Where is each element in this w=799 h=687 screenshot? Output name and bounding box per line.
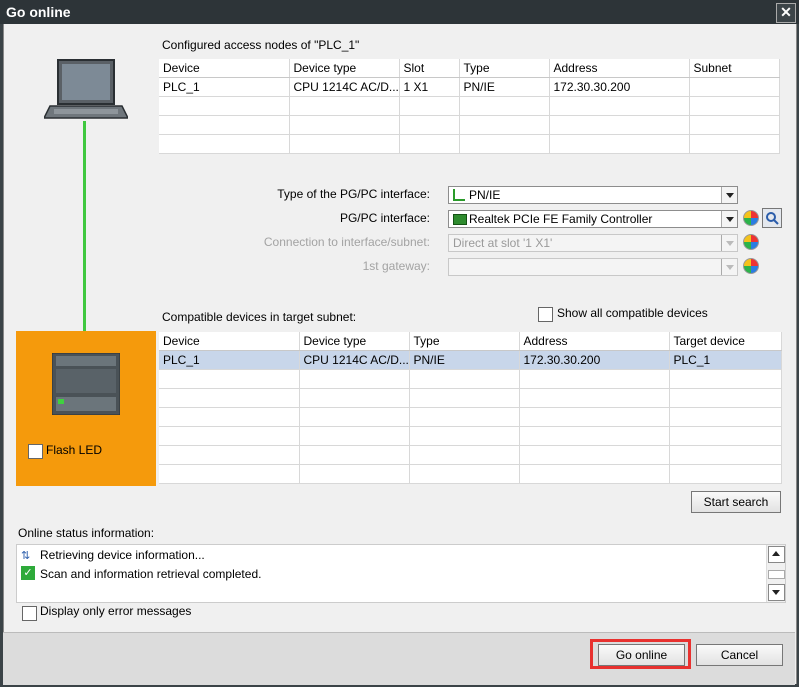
laptop-icon [44,59,128,119]
chevron-down-icon [721,235,737,251]
table-row [159,445,782,465]
table-row [159,369,782,389]
diagnostics-button[interactable] [762,208,782,228]
table-row[interactable]: PLC_1 CPU 1214C AC/D... PN/IE 172.30.30.… [159,350,782,370]
target-device-panel: Flash LED [16,331,156,486]
show-all-label[interactable]: Show all compatible devices [557,306,708,320]
window-title: Go online [6,4,71,20]
status-heading: Online status information: [18,526,155,540]
connection-select: Direct at slot '1 X1' [448,234,738,252]
magnifier-icon [766,212,779,225]
configured-heading: Configured access nodes of "PLC_1" [162,38,360,52]
status-message: Retrieving device information... [40,548,205,562]
status-list: ⇅ Retrieving device information... ✓ Sca… [16,544,786,603]
cell-device: PLC_1 [159,350,300,370]
configured-header-row: Device Device type Slot Type Address Sub… [159,59,780,78]
pgpc-interface-select[interactable]: Realtek PCIe FE Family Controller [448,210,738,228]
list-item: ✓ Scan and information retrieval complet… [17,565,765,583]
list-item: ⇅ Retrieving device information... [17,546,765,564]
compatible-table: Device Device type Type Address Target d… [159,332,782,484]
cancel-button[interactable]: Cancel [696,644,783,666]
cell-type: PN/IE [409,350,520,370]
cell-target-device: PLC_1 [669,350,782,370]
network-card-icon [453,214,467,225]
cell-device-type: CPU 1214C AC/D... [289,77,400,97]
status-message: Scan and information retrieval completed… [40,567,262,581]
flash-led-checkbox[interactable] [28,444,43,459]
cell-type: PN/IE [459,77,550,97]
scroll-down-button[interactable] [768,584,785,601]
chevron-down-icon[interactable] [721,187,737,203]
gateway-select [448,258,738,276]
col-device[interactable]: Device [159,332,300,351]
plc-device-icon [52,353,120,415]
compatible-header-row: Device Device type Type Address Target d… [159,332,782,351]
chevron-down-icon [721,259,737,275]
col-target-device[interactable]: Target device [669,332,782,351]
col-address[interactable]: Address [549,59,690,78]
table-row[interactable]: PLC_1 CPU 1214C AC/D... 1 X1 PN/IE 172.3… [159,77,780,97]
properties-shield-icon[interactable] [743,234,759,250]
vertical-scrollbar[interactable] [766,545,785,602]
pgpc-interface-value: Realtek PCIe FE Family Controller [469,212,653,226]
gateway-label: 1st gateway: [362,259,430,273]
go-online-dialog: Configured access nodes of "PLC_1" Devic… [3,24,797,684]
properties-shield-icon[interactable] [743,210,759,226]
chevron-down-icon [772,590,780,595]
table-row [159,96,780,116]
close-button[interactable]: ✕ [776,3,796,23]
error-only-checkbox[interactable] [22,606,37,621]
title-bar: Go online ✕ [0,0,799,24]
show-all-checkbox[interactable] [538,307,553,322]
type-of-interface-value: PN/IE [469,188,501,202]
go-online-button[interactable]: Go online [598,644,685,666]
type-of-interface-select[interactable]: PN/IE [448,186,738,204]
cell-subnet [689,77,780,97]
close-icon: ✕ [780,4,792,20]
table-row [159,464,782,484]
col-device[interactable]: Device [159,59,290,78]
error-only-label[interactable]: Display only error messages [40,604,191,618]
table-row [159,134,780,154]
check-icon: ✓ [21,566,35,580]
col-device-type[interactable]: Device type [299,332,410,351]
properties-shield-icon[interactable] [743,258,759,274]
col-device-type[interactable]: Device type [289,59,400,78]
scroll-thumb[interactable] [768,570,785,579]
busy-icon: ⇅ [21,550,31,562]
chevron-down-icon[interactable] [721,211,737,227]
start-search-button[interactable]: Start search [691,491,781,513]
cell-slot: 1 X1 [399,77,460,97]
table-row [159,407,782,427]
pgpc-interface-label: PG/PC interface: [339,211,430,225]
cell-address: 172.30.30.200 [519,350,670,370]
compatible-heading: Compatible devices in target subnet: [162,310,357,324]
col-type[interactable]: Type [409,332,520,351]
col-type[interactable]: Type [459,59,550,78]
network-icon [453,189,465,201]
connection-label: Connection to interface/subnet: [263,235,430,249]
flash-led-label[interactable]: Flash LED [46,443,102,457]
configured-table: Device Device type Slot Type Address Sub… [159,59,780,154]
cell-device-type: CPU 1214C AC/D... [299,350,410,370]
cell-device: PLC_1 [159,77,290,97]
col-address[interactable]: Address [519,332,670,351]
col-slot[interactable]: Slot [399,59,460,78]
button-bar: Go online Cancel [3,632,795,685]
connection-line [83,121,86,333]
table-row [159,388,782,408]
table-row [159,426,782,446]
col-subnet[interactable]: Subnet [689,59,780,78]
scroll-up-button[interactable] [768,546,785,563]
cell-address: 172.30.30.200 [549,77,690,97]
type-of-interface-label: Type of the PG/PC interface: [277,187,430,201]
table-row [159,115,780,135]
connection-value: Direct at slot '1 X1' [453,236,553,250]
chevron-up-icon [772,551,780,556]
